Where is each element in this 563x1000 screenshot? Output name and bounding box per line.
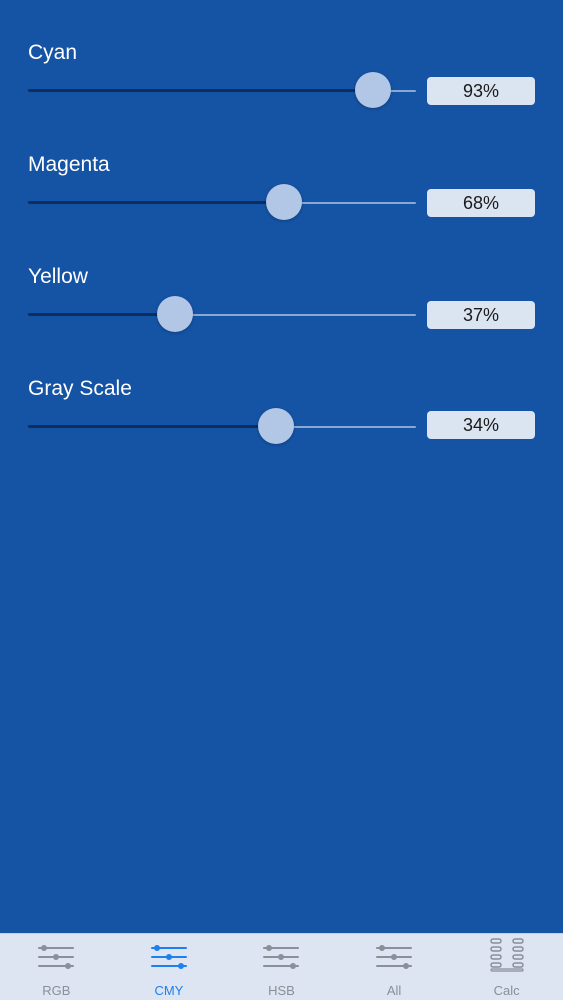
magenta-slider-thumb[interactable] (266, 184, 303, 220)
cyan-slider-thumb[interactable] (355, 72, 392, 108)
magenta-label: Magenta (28, 153, 110, 176)
yellow-slider[interactable] (28, 296, 416, 332)
calculator-icon (489, 938, 524, 972)
magenta-slider-fill (28, 201, 285, 204)
cyan-label: Cyan (28, 41, 78, 64)
gray-scale-slider-thumb[interactable] (258, 408, 295, 444)
yellow-value-field[interactable]: 37% (427, 301, 535, 329)
tab-rgb[interactable]: RGB (0, 934, 113, 1000)
sliders-icon (150, 945, 187, 969)
gray-scale-label: Gray Scale (28, 377, 132, 400)
tab-all[interactable]: All (338, 934, 451, 1000)
gray-scale-slider[interactable] (28, 408, 416, 444)
sliders-icon (263, 945, 300, 969)
tab-calc[interactable]: Calc (450, 934, 563, 1000)
cyan-value-field[interactable]: 93% (427, 77, 535, 105)
sliders-icon (376, 945, 413, 969)
yellow-slider-fill (28, 313, 176, 316)
tab-rgb-label: RGB (42, 983, 71, 998)
gray-scale-slider-row: Gray Scale 34% (0, 376, 563, 488)
cyan-slider-fill (28, 89, 374, 92)
tab-cmy-label: CMY (154, 983, 184, 998)
gray-scale-slider-fill (28, 425, 277, 428)
magenta-slider-row: Magenta 68% (0, 152, 563, 264)
magenta-value-field[interactable]: 68% (427, 189, 535, 217)
gray-scale-value-field[interactable]: 34% (427, 411, 535, 439)
tab-all-label: All (386, 983, 402, 998)
yellow-label: Yellow (28, 265, 88, 288)
tab-bar: RGB CMY HSB All Calc (0, 933, 563, 1000)
magenta-slider[interactable] (28, 184, 416, 220)
cyan-slider[interactable] (28, 72, 416, 108)
sliders-icon (38, 945, 75, 969)
tab-hsb[interactable]: HSB (225, 934, 338, 1000)
tab-calc-label: Calc (493, 983, 520, 998)
tab-cmy[interactable]: CMY (113, 934, 226, 1000)
main-panel: Cyan 93% Magenta 68% Yellow 37% Gray Sca… (0, 0, 563, 933)
tab-hsb-label: HSB (268, 983, 295, 998)
cyan-slider-row: Cyan 93% (0, 40, 563, 152)
yellow-slider-row: Yellow 37% (0, 264, 563, 376)
yellow-slider-thumb[interactable] (157, 296, 194, 332)
